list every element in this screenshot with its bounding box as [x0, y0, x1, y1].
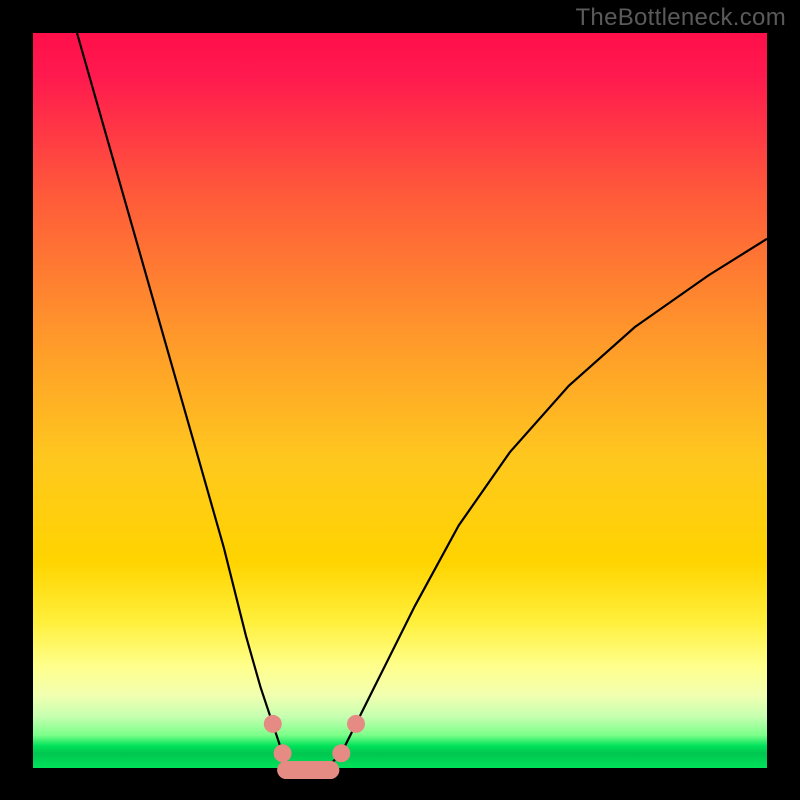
chart-frame: TheBottleneck.com	[0, 0, 800, 800]
bottleneck-chart	[0, 0, 800, 800]
plot-background	[33, 33, 767, 768]
